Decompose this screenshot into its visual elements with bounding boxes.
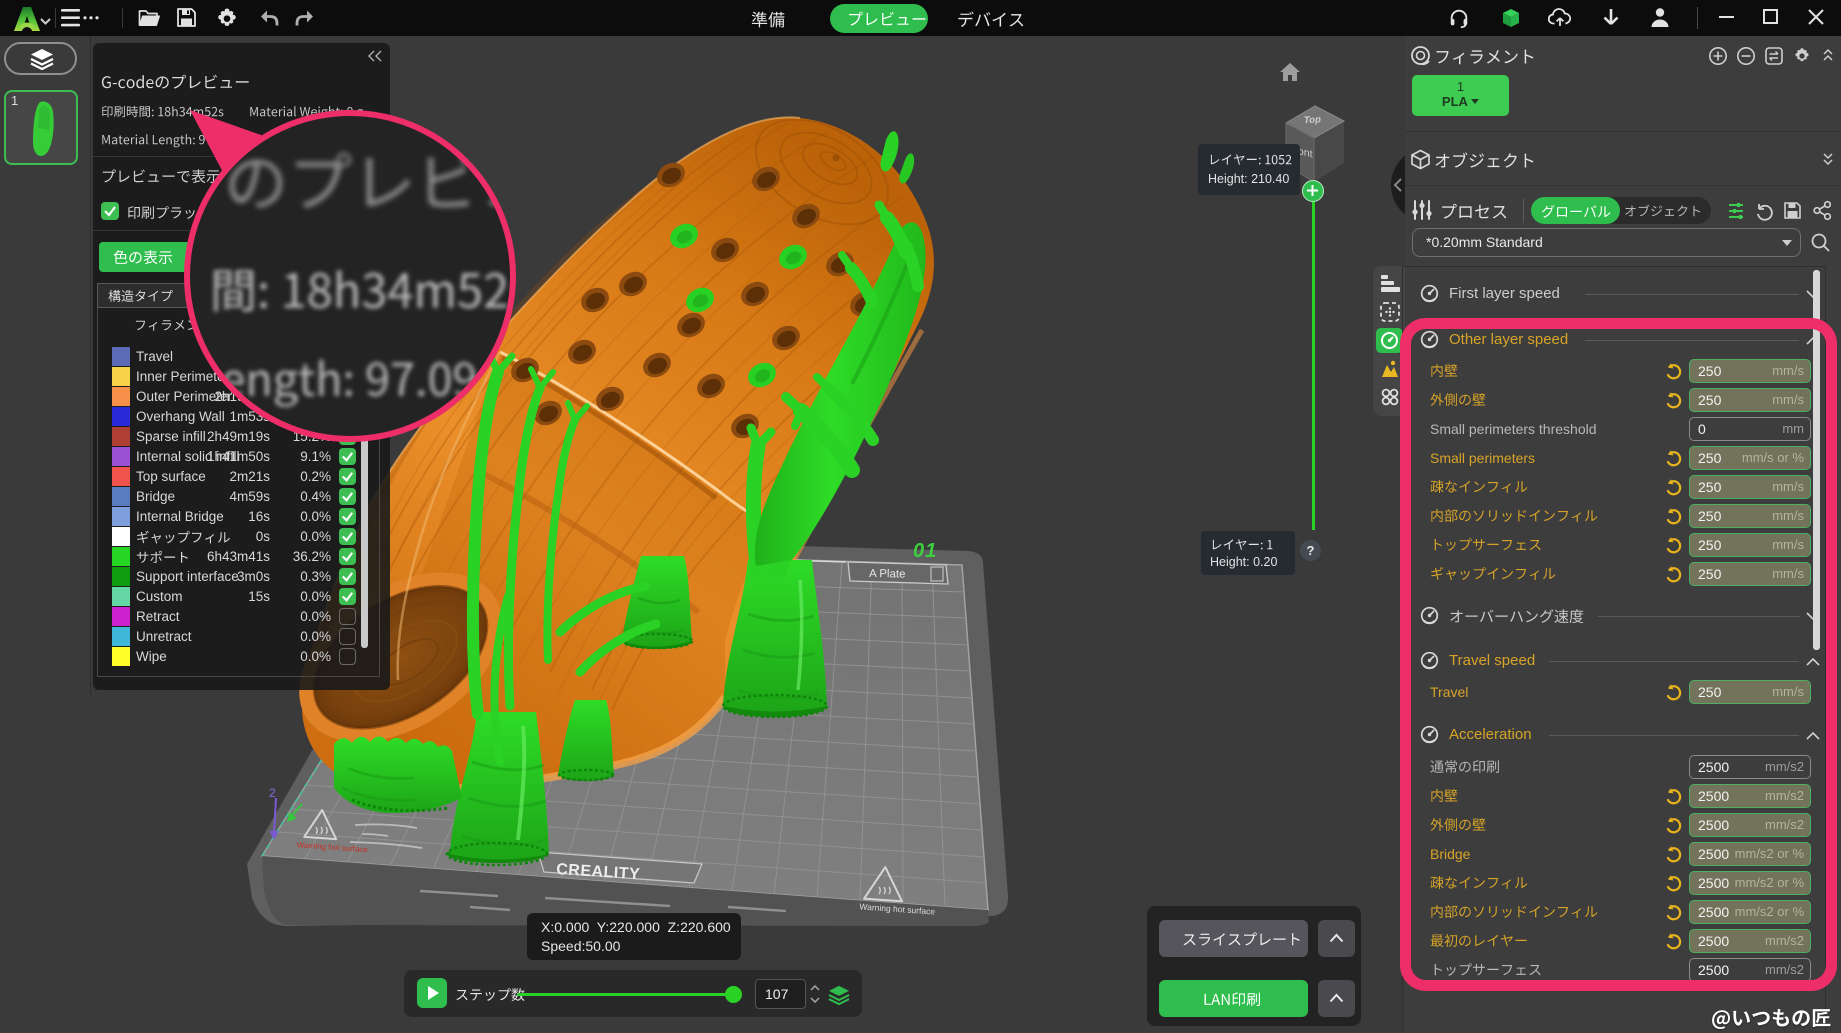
svg-text:A Plate: A Plate [869, 568, 906, 581]
svg-text:Top: Top [1304, 114, 1322, 126]
svg-text:2: 2 [269, 786, 276, 800]
svg-text:01: 01 [913, 540, 937, 562]
